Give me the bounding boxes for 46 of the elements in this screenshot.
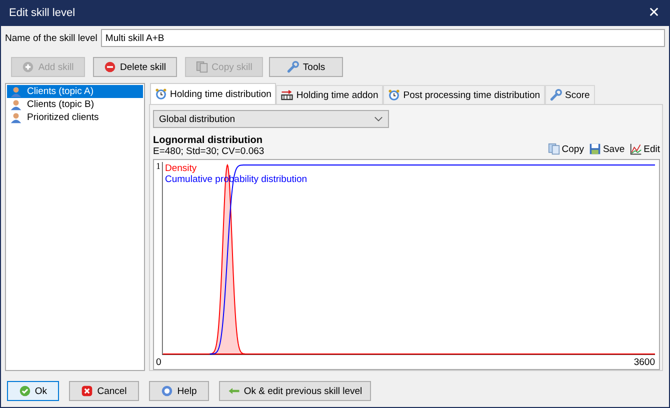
help-button[interactable]: Help bbox=[149, 381, 209, 401]
copy-button[interactable]: Copy bbox=[548, 143, 584, 155]
tab[interactable]: Holding time addon bbox=[276, 85, 384, 104]
chevron-down-icon bbox=[374, 116, 383, 122]
window-title: Edit skill level bbox=[9, 7, 76, 19]
skill-item[interactable]: Prioritized clients bbox=[7, 111, 143, 124]
close-icon bbox=[81, 385, 94, 397]
distribution-dropdown[interactable]: Global distribution bbox=[153, 110, 389, 128]
clock-icon bbox=[155, 88, 167, 100]
copy-icon bbox=[196, 61, 208, 73]
skill-item[interactable]: Clients (topic A) bbox=[7, 85, 143, 98]
x-axis-label: 0 bbox=[156, 356, 162, 368]
cancel-button[interactable]: Cancel bbox=[69, 381, 139, 401]
edit-button[interactable]: Edit bbox=[630, 143, 660, 155]
time-addon-icon bbox=[281, 89, 294, 101]
y-axis-label: 1 bbox=[156, 161, 160, 171]
floppy-icon bbox=[588, 143, 601, 155]
back-button[interactable]: Ok & edit previous skill level bbox=[219, 381, 371, 401]
person-icon bbox=[10, 112, 22, 124]
copy-icon bbox=[548, 143, 560, 155]
person-icon bbox=[10, 98, 22, 110]
tab[interactable]: Holding time distribution bbox=[150, 83, 276, 104]
field-label: Name of the skill level bbox=[5, 32, 98, 44]
delete-skill-button[interactable]: Delete skill bbox=[93, 57, 177, 77]
chart-edit-icon bbox=[630, 143, 642, 155]
name-field[interactable]: Multi skill A+B bbox=[101, 29, 665, 47]
wrench-icon bbox=[286, 61, 299, 73]
wrench-icon bbox=[550, 89, 562, 101]
help-icon bbox=[161, 385, 174, 397]
check-icon bbox=[18, 385, 31, 397]
tab[interactable]: Score bbox=[545, 85, 595, 104]
arrow-left-icon bbox=[228, 385, 240, 397]
ok-button[interactable]: Ok bbox=[7, 381, 59, 401]
save-button[interactable]: Save bbox=[588, 143, 625, 155]
tab[interactable]: Post processing time distribution bbox=[383, 85, 546, 104]
clock-icon bbox=[388, 89, 400, 101]
legend-label: Density bbox=[165, 163, 198, 174]
x-axis-label: 3600 bbox=[634, 356, 655, 368]
skill-item[interactable]: Clients (topic B) bbox=[7, 98, 143, 111]
distribution-title: Lognormal distribution bbox=[153, 135, 264, 146]
tools-skill-button[interactable]: Tools bbox=[269, 57, 343, 77]
close-button[interactable]: ✕ bbox=[639, 0, 669, 26]
person-icon bbox=[10, 86, 22, 98]
distribution-stats: E=480; Std=30; CV=0.063 bbox=[153, 146, 264, 157]
minus-icon bbox=[104, 61, 116, 73]
plus-icon bbox=[22, 61, 34, 73]
